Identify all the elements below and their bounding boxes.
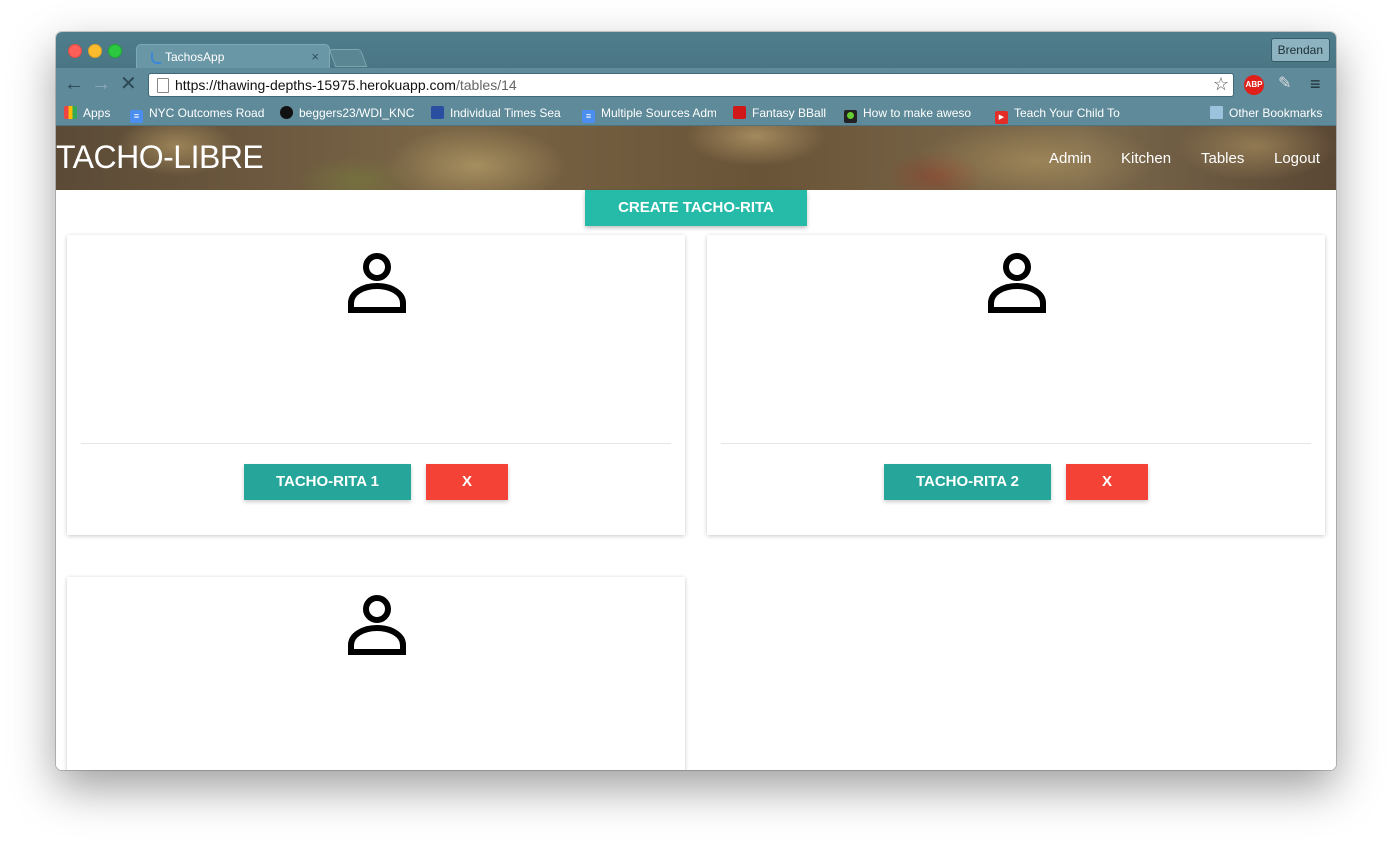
bookmark-how-to-make[interactable]: How to make aweso: [844, 106, 978, 123]
tacho-rita-button[interactable]: TACHO-RITA 2: [884, 464, 1051, 500]
bookmark-multiple-sources[interactable]: ≡ Multiple Sources Adm: [582, 106, 716, 123]
bookmark-label: Multiple Sources Adm: [601, 106, 716, 120]
site-brand[interactable]: TACHO-LIBRE: [56, 139, 264, 176]
chrome-menu-icon[interactable]: ≡: [1310, 74, 1321, 95]
bookmark-label: How to make aweso: [863, 106, 972, 120]
forward-arrow-icon[interactable]: →: [91, 73, 111, 95]
browser-tab[interactable]: TachosApp ×: [136, 44, 330, 69]
bookmark-label: Fantasy BBall: [752, 106, 827, 120]
maximize-window-button[interactable]: [108, 44, 122, 58]
nav-kitchen[interactable]: Kitchen: [1121, 150, 1171, 167]
url-text[interactable]: https://thawing-depths-15975.herokuapp.c…: [175, 77, 517, 93]
title-bar: TachosApp × Brendan: [56, 32, 1336, 69]
delete-button[interactable]: X: [1066, 464, 1148, 500]
nav-tables[interactable]: Tables: [1201, 150, 1244, 167]
adblock-plus-icon[interactable]: ABP: [1244, 75, 1264, 95]
stop-loading-icon[interactable]: ✕: [120, 73, 137, 95]
bookmark-apps[interactable]: Apps: [64, 106, 116, 120]
green-dot-icon: [844, 110, 857, 123]
main-content: CREATE TACHO-RITA TACHO-RITA 1 X TACHO-R…: [56, 190, 1336, 770]
bookmark-star-icon[interactable]: ☆: [1213, 74, 1229, 95]
bookmark-label: Individual Times Sea: [450, 106, 561, 120]
nav-admin[interactable]: Admin: [1049, 150, 1092, 167]
close-window-button[interactable]: [68, 44, 82, 58]
url-path: /tables/14: [455, 77, 517, 93]
google-docs-icon: ≡: [130, 110, 143, 123]
usa-swimming-icon: [431, 106, 444, 119]
tab-favicon-icon: [151, 52, 161, 64]
site-header: TACHO-LIBRE Admin Kitchen Tables Logout: [56, 126, 1336, 190]
bookmark-individual-times[interactable]: Individual Times Sea: [431, 106, 565, 120]
person-icon: [988, 253, 1046, 313]
eyedropper-extension-icon[interactable]: ✎: [1278, 73, 1291, 93]
bookmark-teach-your-child[interactable]: ▶ Teach Your Child To: [995, 106, 1129, 124]
person-icon: [348, 253, 406, 313]
create-tacho-rita-button[interactable]: CREATE TACHO-RITA: [585, 190, 807, 226]
apps-grid-icon: [64, 106, 77, 119]
new-tab-button[interactable]: [328, 49, 368, 67]
youtube-icon: ▶: [995, 111, 1008, 124]
profile-button[interactable]: Brendan: [1270, 38, 1330, 62]
card-divider: [721, 443, 1311, 444]
person-icon: [348, 595, 406, 655]
other-bookmarks-label: Other Bookmarks: [1229, 106, 1323, 120]
bookmark-github[interactable]: beggers23/WDI_KNC: [280, 106, 414, 120]
bookmark-label: Teach Your Child To: [1014, 106, 1120, 120]
page-icon: [157, 78, 169, 93]
tab-close-icon[interactable]: ×: [311, 49, 319, 64]
minimize-window-button[interactable]: [88, 44, 102, 58]
url-host: https://thawing-depths-15975.herokuapp.c…: [175, 77, 456, 93]
browser-window: TachosApp × Brendan ← → ✕ https://thawin…: [56, 32, 1336, 770]
table-card: TACHO-RITA 1 X: [67, 235, 685, 535]
bookmark-label: beggers23/WDI_KNC: [299, 106, 414, 120]
tacho-rita-button[interactable]: TACHO-RITA 1: [244, 464, 411, 500]
bookmark-label: Apps: [83, 106, 111, 120]
table-card: TACHO-RITA 2 X: [707, 235, 1325, 535]
nav-logout[interactable]: Logout: [1274, 150, 1320, 167]
bookmark-nyc-outcomes[interactable]: ≡ NYC Outcomes Road: [130, 106, 264, 123]
bookmark-fantasy-bball[interactable]: Fantasy BBall: [733, 106, 833, 120]
back-arrow-icon[interactable]: ←: [64, 73, 84, 95]
delete-button[interactable]: X: [426, 464, 508, 500]
browser-toolbar: ← → ✕ https://thawing-depths-15975.herok…: [56, 68, 1336, 102]
github-icon: [280, 106, 293, 119]
other-bookmarks[interactable]: Other Bookmarks: [1210, 106, 1330, 120]
bookmark-label: NYC Outcomes Road: [149, 106, 264, 120]
espn-icon: [733, 106, 746, 119]
address-bar[interactable]: https://thawing-depths-15975.herokuapp.c…: [148, 73, 1234, 97]
folder-icon: [1210, 106, 1223, 119]
google-docs-icon: ≡: [582, 110, 595, 123]
tab-title: TachosApp: [165, 50, 225, 64]
table-card: [67, 577, 685, 770]
card-divider: [81, 443, 671, 444]
bookmarks-bar: Apps ≡ NYC Outcomes Road beggers23/WDI_KN…: [56, 102, 1336, 126]
